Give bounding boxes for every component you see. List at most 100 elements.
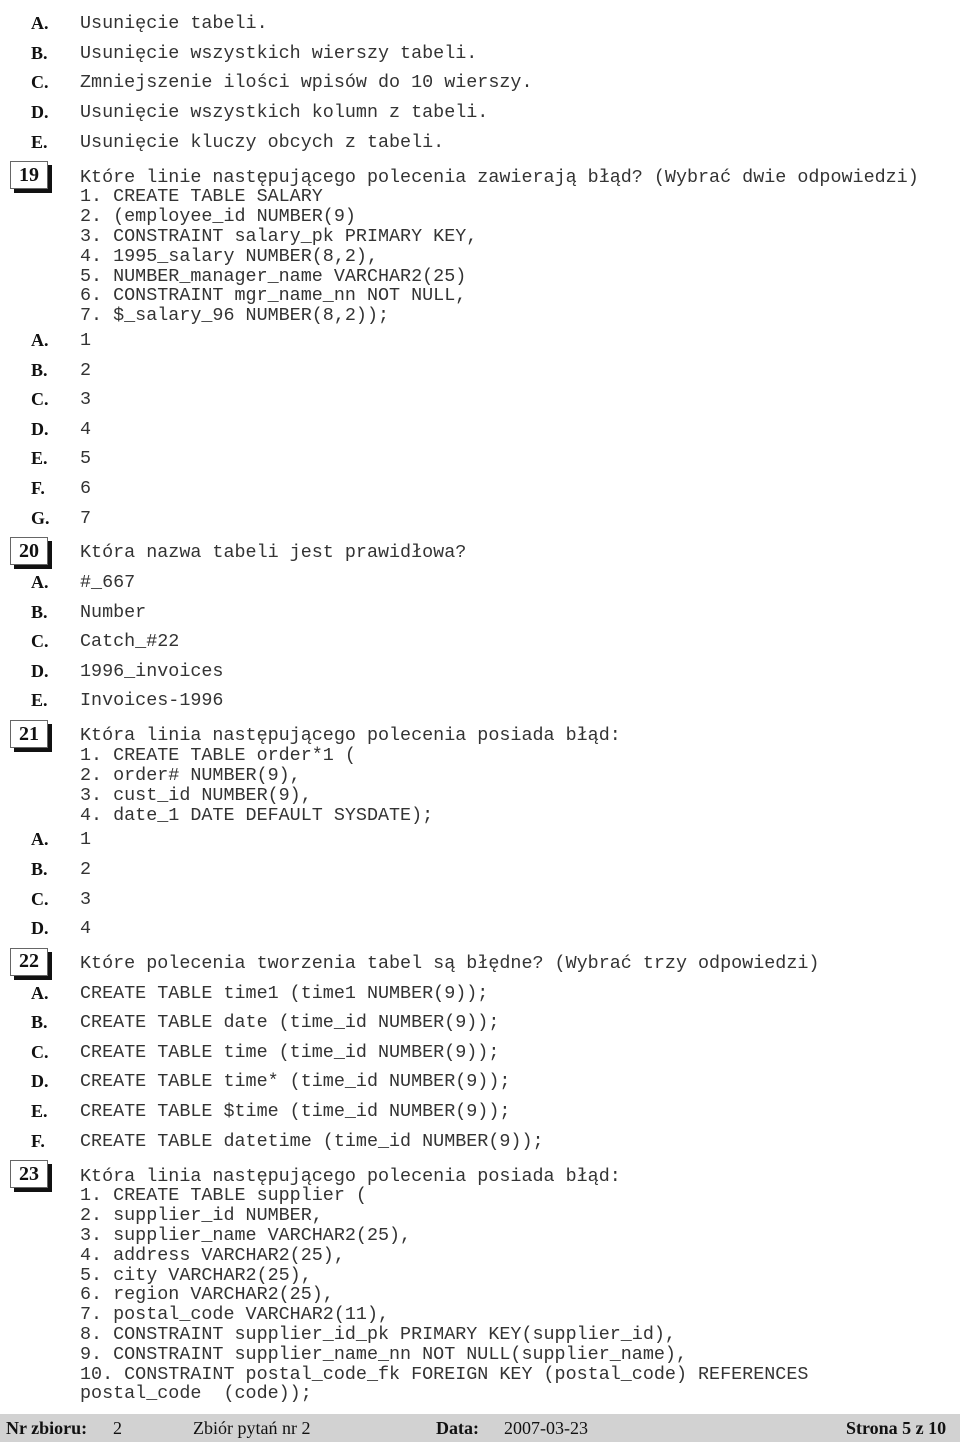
answer-text: Usunięcie kluczy obcych z tabeli. [80, 131, 445, 153]
answer-letter: B. [31, 359, 48, 380]
code-line-text: 10. CONSTRAINT postal_code_fk FOREIGN KE… [80, 1363, 809, 1385]
answer-text: 6 [80, 477, 92, 499]
question-text: Które linie następującego polecenia zawi… [80, 166, 919, 188]
code-line: 5. city VARCHAR2(25), [0, 1264, 960, 1286]
answer-text: Usunięcie tabeli. [80, 13, 268, 35]
answer-text: 1 [80, 329, 92, 351]
answer-option: D. Usunięcie wszystkich kolumn z tabeli. [0, 98, 960, 128]
question-number-box: 23 [10, 1160, 48, 1189]
answer-letter: A. [31, 982, 49, 1003]
code-listing: 1. CREATE TABLE supplier (2. supplier_id… [0, 1185, 960, 1404]
answer-option: D. CREATE TABLE time* (time_id NUMBER(9))… [0, 1067, 960, 1097]
answer-text: Invoices-1996 [80, 690, 224, 712]
code-line-text: 5. city VARCHAR2(25), [80, 1264, 312, 1286]
answer-text: CREATE TABLE $time (time_id NUMBER(9)); [80, 1101, 511, 1123]
answer-letter: C. [31, 72, 49, 93]
answer-option: B. CREATE TABLE date (time_id NUMBER(9)); [0, 1008, 960, 1038]
answer-text: CREATE TABLE time1 (time1 NUMBER(9)); [80, 982, 489, 1004]
answer-letter: A. [31, 329, 49, 350]
code-line: 5. NUMBER_manager_name VARCHAR2(25) [0, 265, 960, 287]
code-line-text: 2. supplier_id NUMBER, [80, 1205, 323, 1227]
code-line-text: 4. date_1 DATE DEFAULT SYSDATE); [80, 804, 434, 826]
question-text: Która linia następującego polecenia posi… [80, 725, 621, 747]
question-number-box: 22 [10, 947, 48, 976]
code-line: 7. $_salary_96 NUMBER(8,2)); [0, 305, 960, 326]
answer-text: 1 [80, 829, 92, 851]
code-line: 1. CREATE TABLE supplier ( [0, 1185, 960, 1206]
question-header: 20 Która nazwa tabeli jest prawidłowa? [0, 537, 960, 568]
set-name: Zbiór pytań nr 2 [193, 1418, 311, 1438]
answer-text: Usunięcie wszystkich wierszy tabeli. [80, 42, 478, 64]
code-line-text: 7. postal_code VARCHAR2(11), [80, 1304, 390, 1326]
set-number-label: Nr zbioru: [6, 1418, 88, 1438]
answer-option: B. Usunięcie wszystkich wierszy tabeli. [0, 39, 960, 69]
code-line: 10. CONSTRAINT postal_code_fk FOREIGN KE… [0, 1363, 960, 1385]
code-line: 4. date_1 DATE DEFAULT SYSDATE); [0, 804, 960, 826]
code-line: 2. order# NUMBER(9), [0, 765, 960, 786]
answer-letter: E. [31, 690, 48, 711]
code-line: 4. address VARCHAR2(25), [0, 1244, 960, 1266]
answer-option: C. Zmniejszenie ilości wpisów do 10 wiers… [0, 68, 960, 98]
code-line-text: 6. region VARCHAR2(25), [80, 1284, 334, 1306]
answer-text: CREATE TABLE datetime (time_id NUMBER(9)… [80, 1130, 544, 1152]
answer-text: Number [80, 601, 147, 623]
answer-letter: C. [31, 888, 49, 909]
answer-letter: G. [31, 507, 50, 528]
answer-option: D. 1996_invoices [0, 657, 960, 687]
answer-letter: A. [31, 829, 49, 850]
answer-letter: D. [31, 1071, 49, 1092]
answer-letter: E. [31, 1101, 48, 1122]
code-line: 2. (employee_id NUMBER(9) [0, 206, 960, 228]
answer-option: D. 4 [0, 914, 960, 944]
question-number-box: 19 [10, 161, 48, 190]
answer-text: 4 [80, 918, 92, 940]
question-number-box: 21 [10, 720, 48, 749]
code-line-text: 5. NUMBER_manager_name VARCHAR2(25) [80, 265, 467, 287]
question-text: Które polecenia tworzenia tabel są błędn… [80, 953, 820, 975]
code-line-text: 9. CONSTRAINT supplier_name_nn NOT NULL(… [80, 1343, 687, 1365]
answer-text: 1996_invoices [80, 660, 224, 682]
code-line: 1. CREATE TABLE order*1 ( [0, 745, 960, 767]
question-text: Która nazwa tabeli jest prawidłowa? [80, 542, 467, 564]
answer-option: D. 4 [0, 414, 960, 444]
answer-option: F. CREATE TABLE datetime (time_id NUMBER(… [0, 1126, 960, 1156]
answer-option: B. Number [0, 597, 960, 627]
answer-letter: D. [31, 418, 49, 439]
date-label: Data: [436, 1418, 479, 1438]
code-line: 9. CONSTRAINT supplier_name_nn NOT NULL(… [0, 1343, 960, 1365]
answer-option: C. Catch_#22 [0, 627, 960, 657]
code-line-text: 1. CREATE TABLE order*1 ( [80, 745, 356, 767]
code-line: 4. 1995_salary NUMBER(8,2), [0, 245, 960, 267]
code-line-text: 4. address VARCHAR2(25), [80, 1244, 345, 1266]
set-number-value: 2 [113, 1418, 122, 1438]
answer-option: A. Usunięcie tabeli. [0, 9, 960, 39]
code-line-text: 4. 1995_salary NUMBER(8,2), [80, 245, 378, 267]
answer-option: C. 3 [0, 385, 960, 415]
answer-text: 7 [80, 507, 92, 529]
answer-letter: A. [31, 572, 49, 593]
answer-text: 2 [80, 858, 92, 880]
answer-text: 3 [80, 389, 92, 411]
code-line: 6. region VARCHAR2(25), [0, 1284, 960, 1306]
code-listing: 1. CREATE TABLE order*1 (2. order# NUMBE… [0, 745, 960, 826]
answer-text: CREATE TABLE time* (time_id NUMBER(9)); [80, 1071, 511, 1093]
answer-text: Usunięcie wszystkich kolumn z tabeli. [80, 102, 489, 124]
answer-option: F. 6 [0, 474, 960, 504]
code-line: postal_code (code)); [0, 1383, 960, 1404]
code-line: 3. CONSTRAINT salary_pk PRIMARY KEY, [0, 226, 960, 247]
code-line-text: 1. CREATE TABLE SALARY [80, 186, 323, 208]
answer-letter: F. [31, 477, 45, 498]
answer-option: G. 7 [0, 503, 960, 533]
code-line: 7. postal_code VARCHAR2(11), [0, 1304, 960, 1326]
code-line-text: 2. (employee_id NUMBER(9) [80, 206, 356, 228]
answer-letter: D. [31, 102, 49, 123]
answer-option: E. 5 [0, 444, 960, 474]
date-value: 2007-03-23 [504, 1418, 588, 1438]
answer-option: A. 1 [0, 825, 960, 855]
answer-option: E. CREATE TABLE $time (time_id NUMBER(9))… [0, 1097, 960, 1127]
answer-letter: D. [31, 918, 49, 939]
code-line: 1. CREATE TABLE SALARY [0, 186, 960, 208]
code-line: 3. supplier_name VARCHAR2(25), [0, 1225, 960, 1246]
answer-text: CREATE TABLE date (time_id NUMBER(9)); [80, 1012, 500, 1034]
answer-option: C. 3 [0, 884, 960, 914]
